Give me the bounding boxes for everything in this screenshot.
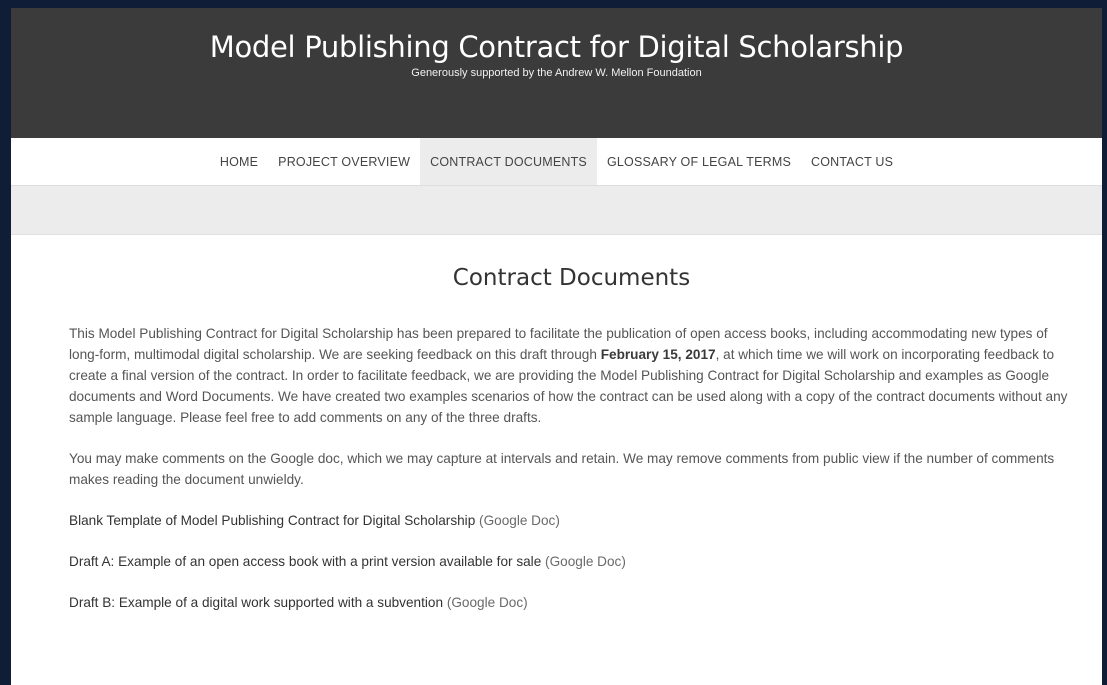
comments-note: You may make comments on the Google doc,… [69,451,1055,487]
main-content: Contract Documents This Model Publishing… [11,263,1102,613]
page-title: Contract Documents [452,265,691,291]
nav-contact-us[interactable]: CONTACT US [801,138,903,185]
intro-paragraph: This Model Publishing Contract for Digit… [69,323,1074,428]
draft-b-google-doc-link[interactable]: (Google Doc) [447,595,528,610]
main-nav: HOME PROJECT OVERVIEW CONTRACT DOCUMENTS… [11,138,1102,186]
document-item: Draft B: Example of a digital work suppo… [69,592,1074,613]
document-item: Draft A: Example of an open access book … [69,551,1074,572]
nav-project-overview[interactable]: PROJECT OVERVIEW [268,138,420,185]
page-banner [11,186,1102,235]
nav-contract-documents[interactable]: CONTRACT DOCUMENTS [420,138,597,185]
draft-b-link[interactable]: Draft B: Example of a digital work suppo… [69,595,443,610]
nav-glossary[interactable]: GLOSSARY OF LEGAL TERMS [597,138,801,185]
nav-home[interactable]: HOME [210,138,268,185]
site-header: Model Publishing Contract for Digital Sc… [11,8,1102,138]
draft-a-link[interactable]: Draft A: Example of an open access book … [69,554,541,569]
blank-template-google-doc-link[interactable]: (Google Doc) [479,513,560,528]
blank-template-link[interactable]: Blank Template of Model Publishing Contr… [69,513,475,528]
browser-viewport: Model Publishing Contract for Digital Sc… [11,8,1102,685]
deadline-date: February 15, 2017 [600,347,716,362]
site-title[interactable]: Model Publishing Contract for Digital Sc… [11,8,1102,64]
draft-a-google-doc-link[interactable]: (Google Doc) [545,554,626,569]
document-item: Blank Template of Model Publishing Contr… [69,510,1074,531]
site-tagline: Generously supported by the Andrew W. Me… [411,67,702,79]
